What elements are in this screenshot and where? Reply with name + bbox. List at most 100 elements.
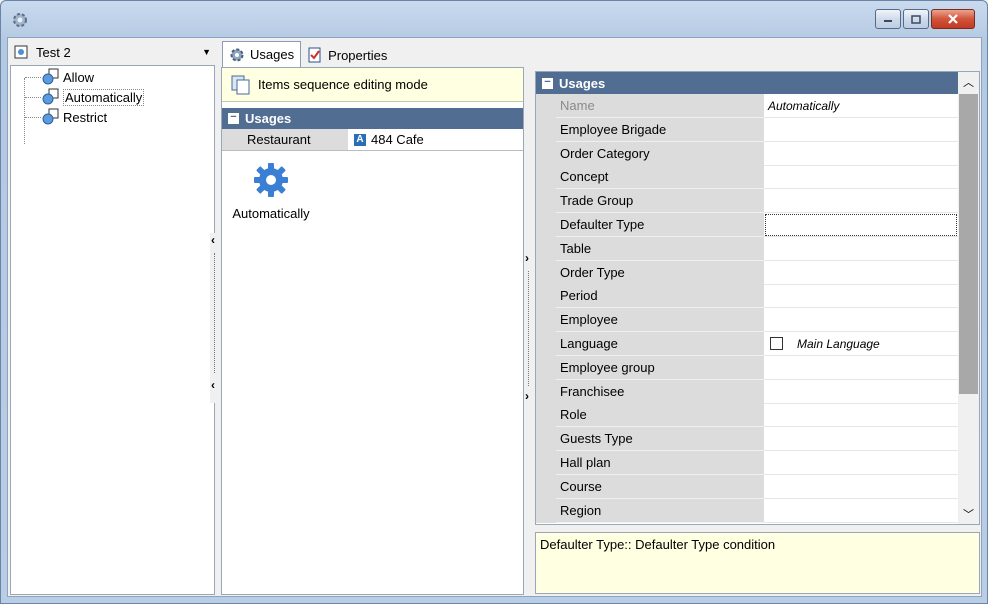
vertical-scrollbar[interactable]: ︿ ﹀ bbox=[958, 72, 979, 524]
tree-connector bbox=[25, 76, 41, 78]
grid-row[interactable]: Period bbox=[536, 284, 958, 309]
tree-item-label: Restrict bbox=[63, 109, 108, 125]
property-value[interactable] bbox=[764, 427, 958, 452]
property-name: Language bbox=[556, 332, 764, 356]
collapse-icon[interactable]: − bbox=[228, 112, 239, 124]
property-value[interactable] bbox=[764, 189, 958, 214]
row-gutter bbox=[536, 260, 556, 285]
gear-icon bbox=[13, 13, 27, 27]
close-button[interactable] bbox=[931, 9, 975, 29]
usages-section-header[interactable]: − Usages bbox=[222, 108, 523, 129]
title-bar[interactable] bbox=[1, 1, 987, 37]
row-key: Restaurant bbox=[222, 129, 348, 150]
expand-right-icon[interactable]: › bbox=[525, 389, 529, 403]
dropdown-arrow-icon[interactable]: ▼ bbox=[202, 47, 211, 57]
property-value[interactable] bbox=[764, 261, 958, 285]
section-title: Usages bbox=[559, 75, 606, 91]
properties-icon bbox=[308, 47, 321, 63]
tab-usages[interactable]: Usages bbox=[222, 41, 302, 67]
property-name: Role bbox=[556, 403, 764, 428]
node-allow-icon bbox=[42, 68, 59, 85]
grid-row[interactable]: Employee group bbox=[536, 355, 958, 380]
property-value[interactable] bbox=[764, 499, 958, 523]
restaurant-value: 484 Cafe bbox=[371, 132, 424, 147]
property-value[interactable] bbox=[764, 118, 958, 142]
expand-right-icon[interactable]: › bbox=[525, 251, 529, 265]
tree-root-combo[interactable]: Test 2 ▼ bbox=[10, 41, 215, 63]
grid-row[interactable]: Defaulter Type bbox=[536, 213, 958, 237]
minimize-button[interactable] bbox=[875, 9, 901, 29]
usage-item-automatically[interactable]: Automatically bbox=[230, 161, 312, 221]
property-name: Hall plan bbox=[556, 451, 764, 475]
grid-row[interactable]: Franchisee bbox=[536, 379, 958, 404]
minimize-icon bbox=[884, 20, 892, 22]
collapse-left-icon[interactable]: ‹ bbox=[211, 378, 215, 392]
grid-row[interactable]: Table bbox=[536, 236, 958, 261]
property-value[interactable] bbox=[764, 475, 958, 499]
scroll-up-icon[interactable]: ︿ bbox=[958, 72, 979, 92]
combo-value: Test 2 bbox=[36, 44, 71, 60]
property-value[interactable] bbox=[764, 237, 958, 261]
row-gutter bbox=[536, 498, 556, 523]
tree-item-restrict[interactable]: Restrict bbox=[25, 108, 107, 126]
grid-row[interactable]: Language Main Language bbox=[536, 332, 958, 356]
tab-strip: Usages Properties bbox=[222, 41, 393, 67]
maximize-button[interactable] bbox=[903, 9, 929, 29]
scroll-down-icon[interactable]: ﹀ bbox=[958, 504, 979, 524]
restaurant-row[interactable]: Restaurant A 484 Cafe bbox=[222, 129, 523, 151]
property-value[interactable] bbox=[764, 380, 958, 404]
tree-item-automatically[interactable]: Automatically bbox=[25, 88, 145, 106]
collapse-icon[interactable]: − bbox=[542, 76, 553, 89]
left-splitter[interactable]: ‹ ‹ bbox=[210, 233, 220, 403]
row-gutter bbox=[536, 379, 556, 404]
app-window: Test 2 ▼ Allow Automatically Restrict ‹ … bbox=[0, 0, 988, 604]
splitter-grip bbox=[528, 271, 530, 386]
grid-row[interactable]: Trade Group bbox=[536, 189, 958, 214]
grid-row[interactable]: Order Category bbox=[536, 141, 958, 166]
property-name: Employee group bbox=[556, 355, 764, 380]
property-name: Franchisee bbox=[556, 379, 764, 404]
row-gutter bbox=[536, 308, 556, 333]
tree-connector bbox=[25, 116, 41, 118]
row-gutter bbox=[536, 284, 556, 309]
collapse-left-icon[interactable]: ‹ bbox=[211, 233, 215, 247]
sequence-editing-button[interactable]: Items sequence editing mode bbox=[222, 68, 523, 102]
grid-row[interactable]: Name Automatically bbox=[536, 94, 958, 118]
property-value[interactable] bbox=[764, 403, 958, 428]
grid-row[interactable]: Order Type bbox=[536, 260, 958, 285]
grid-row[interactable]: Concept bbox=[536, 165, 958, 190]
grid-row[interactable]: Employee bbox=[536, 308, 958, 333]
grid-row[interactable]: Course bbox=[536, 474, 958, 499]
tree-item-label: Automatically bbox=[63, 88, 145, 106]
grid-row[interactable]: Role bbox=[536, 403, 958, 428]
property-value[interactable] bbox=[764, 165, 958, 190]
row-gutter bbox=[536, 165, 556, 190]
description-text: Defaulter Type:: Defaulter Type conditio… bbox=[540, 537, 776, 552]
property-value[interactable] bbox=[764, 142, 958, 166]
property-value[interactable] bbox=[764, 213, 958, 237]
grid-row[interactable]: Employee Brigade bbox=[536, 117, 958, 142]
property-value[interactable]: Automatically bbox=[764, 94, 958, 118]
type-badge-icon: A bbox=[354, 133, 366, 146]
property-value[interactable] bbox=[764, 356, 958, 380]
property-value[interactable] bbox=[764, 451, 958, 475]
scroll-thumb[interactable] bbox=[959, 94, 978, 394]
usage-item-label: Automatically bbox=[232, 206, 310, 221]
grid-section-header[interactable]: − Usages bbox=[536, 72, 958, 94]
right-splitter[interactable]: › › bbox=[524, 251, 534, 411]
row-value[interactable]: A 484 Cafe bbox=[348, 129, 523, 150]
property-value[interactable] bbox=[764, 308, 958, 333]
property-value[interactable] bbox=[764, 284, 958, 309]
property-name: Order Category bbox=[556, 141, 764, 166]
language-checkbox[interactable] bbox=[770, 337, 783, 350]
property-name: Employee Brigade bbox=[556, 117, 764, 142]
grid-row[interactable]: Guests Type bbox=[536, 427, 958, 452]
tree-item-allow[interactable]: Allow bbox=[25, 68, 94, 86]
usage-tree: Allow Automatically Restrict bbox=[10, 65, 215, 595]
tab-properties[interactable]: Properties bbox=[301, 43, 393, 67]
property-value[interactable]: Main Language bbox=[764, 332, 958, 356]
property-name: Guests Type bbox=[556, 427, 764, 452]
tree-item-label: Allow bbox=[63, 69, 95, 85]
grid-row[interactable]: Region bbox=[536, 498, 958, 523]
grid-row[interactable]: Hall plan bbox=[536, 451, 958, 475]
